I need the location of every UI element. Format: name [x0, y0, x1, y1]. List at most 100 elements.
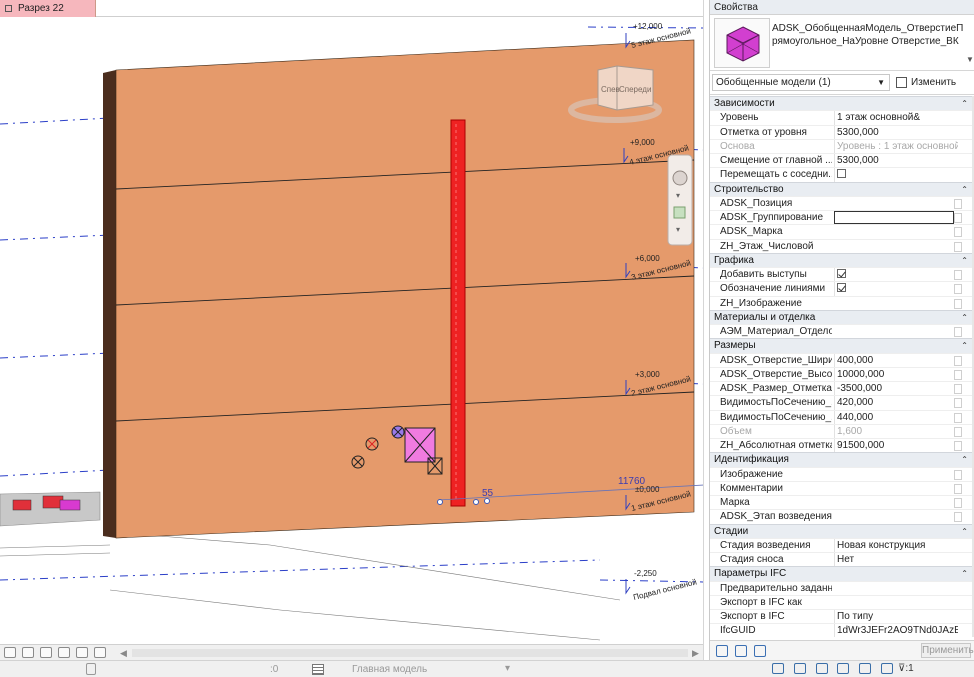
property-value[interactable]: Нет	[834, 553, 958, 567]
view-tab[interactable]: Разрез 22	[0, 0, 96, 17]
checkbox[interactable]	[837, 283, 846, 293]
property-value[interactable]: По типу	[834, 610, 958, 624]
associate-parameter-button[interactable]	[954, 426, 962, 437]
select-pinned-icon[interactable]	[815, 663, 828, 674]
property-row[interactable]: Основа Уровень : 1 этаж основной	[710, 138, 972, 154]
associate-parameter-button[interactable]	[954, 384, 962, 394]
select-by-face-icon[interactable]	[837, 663, 850, 674]
associate-parameter-button[interactable]	[954, 355, 962, 366]
associate-parameter-button[interactable]	[954, 327, 962, 337]
horizontal-scrollbar[interactable]	[132, 649, 688, 657]
property-row[interactable]: ADSK_Марка	[710, 224, 972, 238]
select-links-icon[interactable]	[772, 663, 784, 674]
categorize-icon[interactable]	[716, 645, 728, 657]
properties-grid[interactable]: Зависимости ⌃ Уровень 1 этаж основной& Отмет…	[710, 96, 972, 637]
associate-parameter-button[interactable]	[954, 498, 962, 508]
property-row[interactable]: АЭМ_Материал_Отдело...	[710, 324, 972, 338]
group-header[interactable]: Зависимости ⌃	[710, 96, 972, 111]
collapse-icon[interactable]: ⌃	[961, 453, 968, 466]
associate-parameter-button[interactable]	[954, 270, 962, 280]
scale-icon[interactable]	[4, 647, 16, 658]
property-row[interactable]: Изображение	[710, 466, 972, 481]
property-row[interactable]: Объем 1,600	[710, 423, 972, 439]
group-header[interactable]: Материалы и отделка ⌃	[710, 309, 972, 324]
associate-parameter-button[interactable]	[954, 213, 962, 223]
collapse-icon[interactable]: ⌃	[961, 97, 968, 110]
associate-parameter-button[interactable]	[954, 483, 962, 494]
property-row[interactable]: ADSK_Этап возведения	[710, 509, 972, 523]
property-value[interactable]: 1dWr3JEFr2AO9TNd0JAzE_	[834, 624, 958, 637]
property-value[interactable]: 1 этаж основной&	[834, 111, 958, 126]
type-selector[interactable]: ADSK_ОбобщеннаяМодель_ОтверстиеПрямоугол…	[710, 15, 974, 71]
collapse-icon[interactable]: ⌃	[961, 183, 968, 196]
property-row[interactable]: ADSK_Отверстие_Высота 10000,000	[710, 366, 972, 382]
property-row[interactable]: ADSK_Отверстие_Ширина400,000	[710, 352, 972, 368]
property-row[interactable]: Стадия сноса Нет	[710, 552, 972, 567]
checkbox[interactable]	[837, 169, 846, 179]
apply-button[interactable]: Применить	[921, 643, 974, 658]
associate-parameter-button[interactable]	[954, 398, 962, 409]
group-header[interactable]: Параметры IFC ⌃	[710, 566, 972, 581]
property-row[interactable]: ZH_Этаж_Числовой	[710, 238, 972, 253]
background-process-icon[interactable]	[880, 663, 893, 674]
property-value[interactable]: Новая конструкция	[834, 538, 958, 553]
property-row[interactable]: ВидимостьПоСечению_... 420,000	[710, 395, 972, 411]
property-row[interactable]: Стадия возведения Новая конструкция	[710, 537, 972, 553]
property-row[interactable]: Уровень 1 этаж основной&	[710, 110, 972, 126]
property-row[interactable]: ADSK_Размер_Отметка ... -3500,000	[710, 381, 972, 396]
associate-parameter-button[interactable]	[954, 369, 962, 380]
property-value[interactable]	[834, 282, 958, 297]
drag-elements-icon[interactable]	[859, 663, 872, 674]
filter-count[interactable]: ⊽:1	[898, 663, 914, 674]
associate-parameter-button[interactable]	[954, 412, 962, 423]
collapse-icon[interactable]: ⌃	[961, 311, 968, 324]
checkbox[interactable]	[837, 268, 846, 278]
collapse-icon[interactable]: ⌃	[961, 339, 968, 352]
scroll-right-arrow[interactable]: ▶	[692, 648, 699, 659]
property-row[interactable]: Добавить выступы	[710, 267, 972, 282]
associate-parameter-button[interactable]	[954, 227, 962, 238]
detail-level-icon[interactable]	[22, 647, 34, 658]
view-canvas[interactable]: 55 11760 +12,0005 этаж основной +9,0004 …	[0, 0, 704, 644]
group-header[interactable]: Стадии ⌃	[710, 523, 972, 538]
property-row[interactable]: Отметка от уровня 5300,000	[710, 124, 972, 140]
associate-parameter-button[interactable]	[954, 469, 962, 480]
associate-parameter-button[interactable]	[954, 241, 962, 252]
property-value[interactable]: 5300,000	[834, 154, 958, 168]
collapse-icon[interactable]: ⌃	[961, 254, 968, 267]
edit-type-button[interactable]: Изменить тип	[894, 74, 974, 105]
crop-region-icon[interactable]	[94, 647, 106, 658]
shadows-icon[interactable]	[76, 647, 88, 658]
property-row[interactable]: ADSK_Позиция	[710, 195, 972, 210]
visual-style-icon[interactable]	[40, 647, 52, 658]
sun-path-icon[interactable]	[58, 647, 70, 658]
property-row[interactable]: Обозначение линиями	[710, 281, 972, 297]
property-row[interactable]: Перемещать с соседни...	[710, 167, 972, 183]
associate-parameter-button[interactable]	[954, 441, 962, 451]
sort-ascending-icon[interactable]	[735, 645, 747, 657]
property-row[interactable]: Экспорт в IFC По типу	[710, 609, 972, 624]
property-value[interactable]	[834, 211, 954, 224]
property-row[interactable]: ВидимостьПоСечению_... 440,000	[710, 409, 972, 425]
property-value[interactable]: 5300,000	[834, 125, 958, 140]
sort-descending-icon[interactable]	[754, 645, 766, 657]
scroll-left-arrow[interactable]: ◀	[120, 648, 127, 659]
property-value[interactable]: 91500,000	[834, 439, 958, 453]
collapse-icon[interactable]: ⌃	[961, 525, 968, 538]
select-underlay-icon[interactable]	[793, 663, 806, 674]
property-value[interactable]: -3500,000	[834, 382, 958, 396]
property-value[interactable]: 440,000	[834, 410, 958, 425]
group-header[interactable]: Размеры ⌃	[710, 338, 972, 353]
wall[interactable]	[115, 39, 695, 539]
property-value[interactable]	[834, 168, 958, 183]
associate-parameter-button[interactable]	[954, 298, 962, 309]
property-row[interactable]: ZH_Абсолютная отметка 91500,000	[710, 438, 972, 453]
navigation-bar[interactable]: ▾ ▾	[667, 154, 693, 246]
chevron-down-icon[interactable]: ▾	[505, 663, 510, 674]
property-row[interactable]: ADSK_Группирование	[710, 210, 972, 224]
worksets-icon[interactable]	[86, 663, 96, 675]
associate-parameter-button[interactable]	[954, 198, 962, 209]
property-value[interactable]: 10000,000	[834, 367, 958, 382]
collapse-icon[interactable]: ⌃	[961, 567, 968, 580]
active-model[interactable]: Главная модель	[352, 664, 427, 675]
